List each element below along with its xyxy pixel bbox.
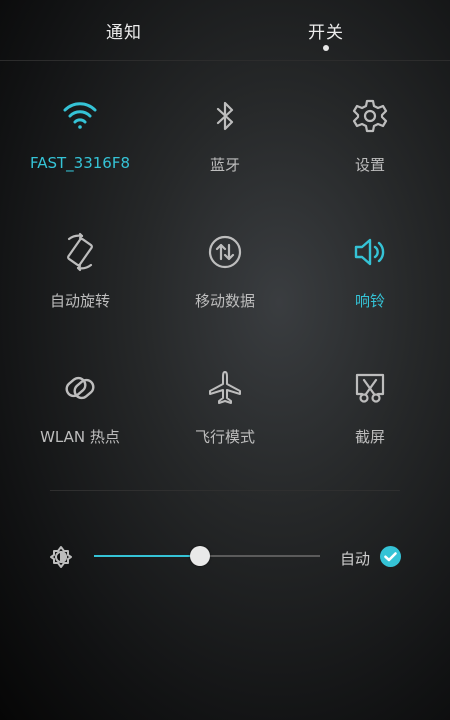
- hotspot-toggle[interactable]: WLAN 热点: [5, 368, 155, 478]
- active-tab-indicator: [323, 45, 329, 51]
- tab-bar: 通知 开关: [0, 0, 450, 61]
- mobile-data-label: 移动数据: [194, 292, 255, 310]
- airplane-icon: [205, 368, 245, 408]
- speaker-icon: [350, 232, 390, 272]
- settings-tile[interactable]: 设置: [295, 96, 445, 206]
- ringer-label: 响铃: [354, 292, 385, 310]
- hotspot-label: WLAN 热点: [40, 428, 120, 446]
- divider: [50, 490, 400, 491]
- brightness-slider[interactable]: [94, 546, 320, 566]
- wifi-toggle[interactable]: FAST_3316F8: [5, 96, 155, 206]
- settings-label: 设置: [354, 156, 385, 174]
- airplane-mode-label: 飞行模式: [194, 428, 255, 446]
- checkmark-icon: [384, 552, 397, 562]
- tab-notifications[interactable]: 通知: [106, 18, 142, 43]
- brightness-slider-fill: [94, 555, 201, 557]
- airplane-mode-toggle[interactable]: 飞行模式: [150, 368, 300, 478]
- brightness-slider-thumb[interactable]: [190, 546, 211, 566]
- auto-rotate-toggle[interactable]: 自动旋转: [5, 232, 155, 342]
- auto-rotate-icon: [60, 232, 100, 272]
- bluetooth-toggle[interactable]: 蓝牙: [150, 96, 300, 206]
- screenshot-icon: [350, 368, 390, 408]
- hotspot-icon: [60, 368, 100, 408]
- bluetooth-label: 蓝牙: [209, 156, 240, 174]
- gear-icon: [350, 96, 390, 136]
- wifi-icon: [60, 96, 100, 136]
- ringer-toggle[interactable]: 响铃: [295, 232, 445, 342]
- auto-brightness-label: 自动: [340, 550, 371, 568]
- wifi-label: FAST_3316F8: [29, 154, 131, 172]
- screenshot-label: 截屏: [354, 428, 385, 446]
- screenshot-tile[interactable]: 截屏: [295, 368, 445, 478]
- auto-brightness-checkbox[interactable]: [380, 546, 401, 567]
- bluetooth-icon: [205, 96, 245, 136]
- tab-switches[interactable]: 开关: [308, 18, 344, 43]
- mobile-data-toggle[interactable]: 移动数据: [150, 232, 300, 342]
- brightness-icon: [48, 544, 74, 570]
- mobile-data-icon: [205, 232, 245, 272]
- auto-rotate-label: 自动旋转: [49, 292, 110, 310]
